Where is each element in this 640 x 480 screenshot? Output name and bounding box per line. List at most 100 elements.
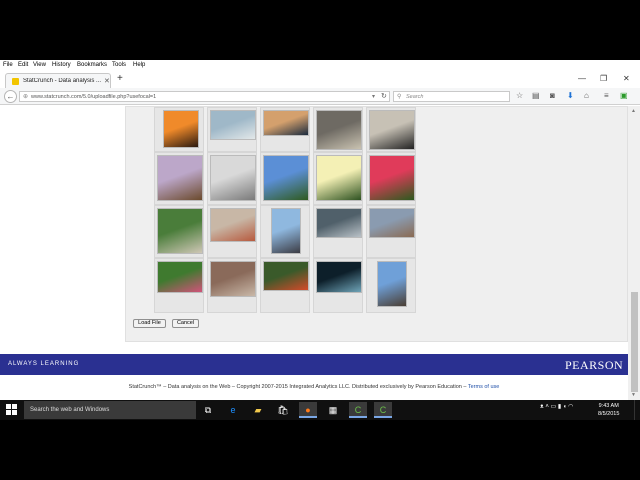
gallery-thumbnail[interactable]: [366, 152, 416, 205]
gallery-thumbnail[interactable]: [207, 107, 257, 152]
url-bar[interactable]: ⊕ www.statcrunch.com/5.0/uploadfile.php?…: [19, 91, 390, 102]
restore-icon[interactable]: ❐: [600, 74, 607, 83]
taskbar-search-box[interactable]: Search the web and Windows: [24, 401, 196, 419]
gallery-thumbnail[interactable]: [154, 152, 204, 205]
chevron-up-icon[interactable]: ˄: [545, 404, 549, 410]
store-icon[interactable]: 🛍: [274, 402, 292, 418]
thumbnail-image: [210, 155, 256, 201]
clock[interactable]: 9:43 AM 8/5/2015: [598, 402, 619, 418]
pocket-icon[interactable]: ◙: [550, 91, 555, 100]
system-tray[interactable]: ᴥ ˄ ▭ ▮ ◖ ◠: [540, 403, 573, 410]
tab-strip: StatCrunch - Data analysis ... ✕ + — ❐ ✕: [0, 71, 640, 88]
gallery-thumbnail[interactable]: [313, 107, 363, 152]
thumbnail-image: [163, 110, 199, 148]
nav-bar: ← ⊕ www.statcrunch.com/5.0/uploadfile.ph…: [0, 88, 640, 105]
gallery-thumbnail[interactable]: [207, 205, 257, 258]
terms-of-use-link[interactable]: Terms of use: [468, 384, 499, 390]
menu-edit[interactable]: Edit: [18, 62, 28, 68]
cancel-button[interactable]: Cancel: [172, 319, 199, 328]
gallery-thumbnail[interactable]: [313, 205, 363, 258]
menu-view[interactable]: View: [33, 62, 46, 68]
search-input[interactable]: ⚲ Search: [393, 91, 510, 102]
thumbnail-image: [316, 261, 362, 293]
pearson-banner: ALWAYS LEARNING PEARSON: [0, 354, 628, 375]
clock-date: 8/5/2015: [598, 411, 620, 417]
gallery-thumbnail[interactable]: [260, 107, 310, 152]
bookmark-star-icon[interactable]: ☆: [516, 91, 523, 100]
back-button[interactable]: ←: [4, 90, 17, 103]
thumbnail-image: [210, 208, 256, 242]
gallery-thumbnail[interactable]: [260, 258, 310, 313]
reading-list-icon[interactable]: ▤: [532, 91, 540, 100]
gallery-thumbnail[interactable]: [154, 258, 204, 313]
people-icon[interactable]: ᴥ: [540, 404, 544, 410]
wifi-icon[interactable]: ◠: [568, 404, 573, 410]
tab-statcrunch[interactable]: StatCrunch - Data analysis ... ✕: [5, 73, 111, 88]
thumbnail-image: [210, 261, 256, 297]
thumbnail-image: [316, 208, 362, 238]
thumbnail-image: [369, 208, 415, 238]
url-dropdown-icon[interactable]: ▾: [372, 93, 375, 100]
gallery-thumbnail[interactable]: [154, 107, 204, 152]
globe-icon: ⊕: [23, 94, 29, 100]
task-view-icon[interactable]: ⧉: [199, 402, 217, 418]
reload-icon[interactable]: ↻: [381, 92, 387, 100]
gallery-thumbnail[interactable]: [260, 205, 310, 258]
gallery-thumbnail[interactable]: [207, 258, 257, 313]
gallery-thumbnail[interactable]: [154, 205, 204, 258]
menu-history[interactable]: History: [52, 62, 71, 68]
calculator-icon[interactable]: ▦: [324, 402, 342, 418]
thumbnail-image: [316, 110, 362, 150]
gallery-thumbnail[interactable]: [366, 258, 416, 313]
scrollbar-thumb[interactable]: [631, 292, 638, 392]
upload-panel: Load File Cancel: [125, 106, 628, 342]
banner-tagline: ALWAYS LEARNING: [8, 361, 80, 367]
gallery-thumbnail[interactable]: [260, 152, 310, 205]
menu-tools[interactable]: Tools: [112, 62, 126, 68]
menu-file[interactable]: File: [3, 62, 13, 68]
thumbnail-image: [157, 261, 203, 293]
download-icon[interactable]: ⬇: [567, 91, 574, 100]
battery-icon[interactable]: ▮: [558, 404, 561, 410]
thumbnail-image: [316, 155, 362, 201]
gallery-thumbnail[interactable]: [313, 152, 363, 205]
close-tab-icon[interactable]: ✕: [104, 77, 110, 85]
thumbnail-image: [210, 110, 256, 140]
file-explorer-icon[interactable]: ▰: [249, 402, 267, 418]
gallery-thumbnail[interactable]: [366, 205, 416, 258]
load-file-button[interactable]: Load File: [133, 319, 166, 328]
home-icon[interactable]: ⌂: [584, 91, 589, 100]
close-window-icon[interactable]: ✕: [623, 74, 630, 83]
scroll-up-icon[interactable]: ▲: [631, 108, 636, 114]
footer: StatCrunch™ – Data analysis on the Web –…: [0, 384, 628, 390]
new-tab-button[interactable]: +: [117, 73, 123, 84]
pearson-logo: PEARSON: [565, 358, 624, 372]
scroll-down-icon[interactable]: ▼: [631, 392, 636, 398]
hamburger-menu-icon[interactable]: ≡: [604, 91, 609, 100]
edge-browser-icon[interactable]: e: [224, 402, 242, 418]
footer-text: StatCrunch™ – Data analysis on the Web –…: [128, 384, 467, 390]
menu-help[interactable]: Help: [133, 62, 145, 68]
thumbnail-image: [369, 155, 415, 201]
menu-bookmarks[interactable]: Bookmarks: [77, 62, 107, 68]
network-icon[interactable]: ▭: [551, 404, 557, 410]
scrollbar[interactable]: ▲ ▼: [628, 106, 640, 400]
volume-icon[interactable]: ◖: [563, 404, 567, 410]
thumbnail-image: [263, 155, 309, 201]
windows-start-icon[interactable]: [6, 404, 18, 416]
gallery-thumbnail[interactable]: [207, 152, 257, 205]
search-placeholder: Search: [406, 94, 424, 100]
screen: File Edit View History Bookmarks Tools H…: [0, 0, 640, 480]
taskbar: Search the web and Windows ⧉ e ▰ 🛍 ● ▦ C…: [0, 400, 640, 420]
taskbar-search-placeholder: Search the web and Windows: [30, 407, 110, 413]
gallery-thumbnail[interactable]: [313, 258, 363, 313]
show-desktop-button[interactable]: [634, 400, 640, 420]
url-text[interactable]: www.statcrunch.com/5.0/uploadfile.php?us…: [31, 94, 156, 100]
thumbnail-image: [377, 261, 407, 307]
extension-icon[interactable]: ▣: [620, 91, 628, 100]
firefox-taskbar-icon[interactable]: ●: [299, 402, 317, 418]
gallery-thumbnail[interactable]: [366, 107, 416, 152]
camtasia-taskbar-icon[interactable]: C: [349, 402, 367, 418]
camtasia-recorder-taskbar-icon[interactable]: C: [374, 402, 392, 418]
minimize-icon[interactable]: —: [578, 74, 586, 83]
